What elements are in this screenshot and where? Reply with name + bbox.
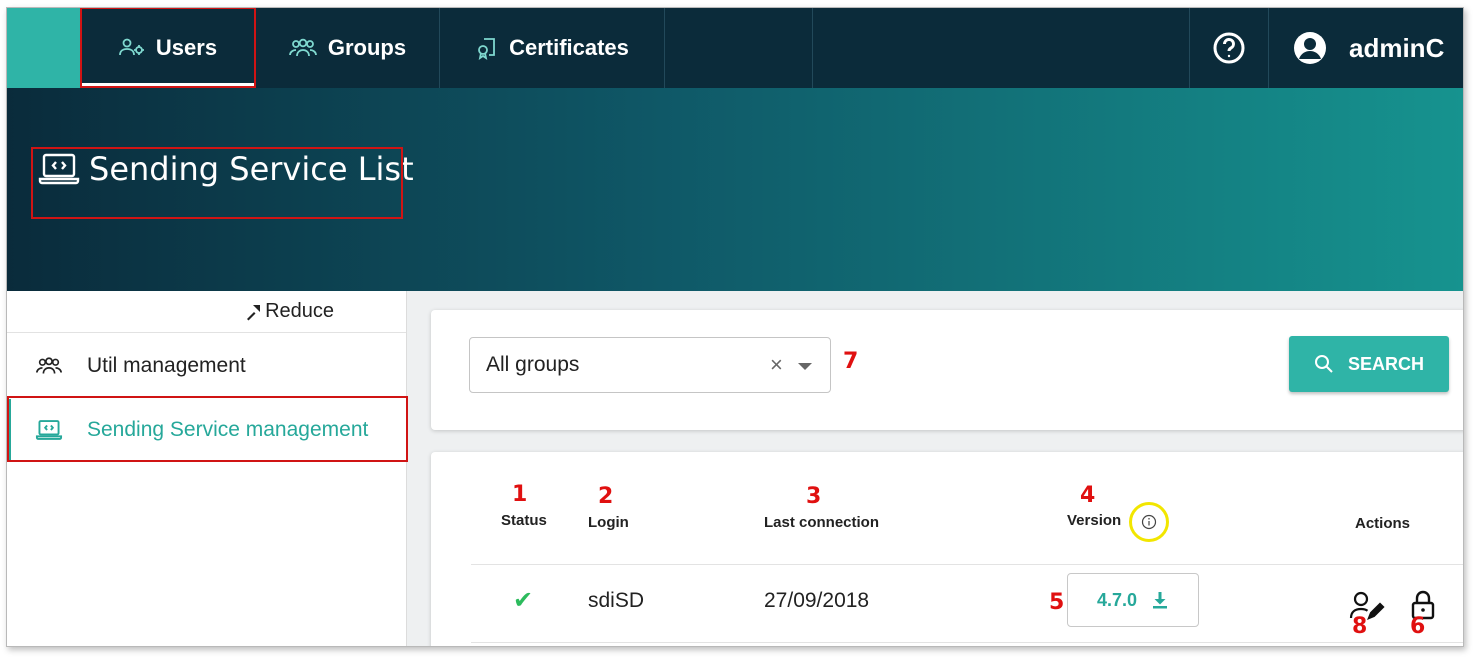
group-select-value: All groups xyxy=(486,353,580,376)
annotation-box-page-title xyxy=(31,147,403,219)
login-cell: sdiSD xyxy=(588,589,645,612)
reduce-sidebar-button[interactable]: Reduce xyxy=(7,291,406,333)
version-info-button[interactable] xyxy=(1129,502,1169,542)
row-divider xyxy=(471,642,1463,643)
nav-spacer xyxy=(665,8,813,88)
row-divider xyxy=(471,564,1463,565)
version-download-button[interactable]: 4.7.0 xyxy=(1067,573,1199,627)
column-header-login[interactable]: Login xyxy=(588,514,629,531)
app-window: Users Groups Certificates adminC Sending… xyxy=(6,7,1464,647)
annotation-number-2: 2 xyxy=(598,484,614,509)
info-icon xyxy=(1141,514,1157,530)
last-connection-cell: 27/09/2018 xyxy=(764,589,870,612)
certificate-icon xyxy=(478,38,495,60)
column-header-status[interactable]: Status xyxy=(501,512,547,529)
search-button[interactable]: SEARCH xyxy=(1289,336,1449,392)
download-icon xyxy=(1153,592,1168,609)
column-header-version[interactable]: Version xyxy=(1067,512,1121,529)
status-ok-icon: ✔ xyxy=(513,586,534,614)
annotation-number-3: 3 xyxy=(806,484,822,509)
annotation-number-6: 6 xyxy=(1410,614,1426,639)
sidebar-item-label: Util management xyxy=(87,354,246,377)
brand-accent-block xyxy=(7,8,81,88)
help-button[interactable] xyxy=(1189,8,1269,88)
annotation-box-sidebar-item xyxy=(7,396,408,462)
search-button-label: SEARCH xyxy=(1347,353,1424,374)
search-icon xyxy=(1314,355,1333,373)
reduce-label: Reduce xyxy=(265,300,334,322)
column-header-last-connection[interactable]: Last connection xyxy=(764,514,879,531)
chevron-down-icon[interactable] xyxy=(798,363,812,370)
annotation-number-8: 8 xyxy=(1352,614,1368,639)
tab-groups[interactable]: Groups xyxy=(255,8,440,88)
annotation-number-5: 5 xyxy=(1049,590,1065,615)
tab-certificates-label: Certificates xyxy=(509,35,629,60)
collapse-arrows-icon xyxy=(247,304,261,320)
search-panel: All groups × SEARCH xyxy=(431,310,1463,430)
services-table: Status Login Last connection Version Act… xyxy=(431,452,1463,646)
groups-icon xyxy=(36,357,62,374)
column-header-actions: Actions xyxy=(1355,515,1411,532)
account-circle-icon xyxy=(1294,32,1326,64)
user-menu[interactable]: adminC xyxy=(1269,8,1444,88)
help-circle-icon xyxy=(1213,32,1245,64)
tab-certificates[interactable]: Certificates xyxy=(440,8,665,88)
sidebar-item-util-management[interactable]: Util management xyxy=(7,335,406,397)
clear-selection-icon[interactable]: × xyxy=(770,352,783,378)
annotation-box-users-tab xyxy=(80,8,256,88)
sidebar: Reduce Util management Sending Service m… xyxy=(7,291,407,646)
annotation-number-4: 4 xyxy=(1080,483,1096,508)
annotation-number-7: 7 xyxy=(843,349,859,374)
version-label: 4.7.0 xyxy=(1096,589,1138,610)
user-name: adminC xyxy=(1349,32,1445,63)
annotation-number-1: 1 xyxy=(512,482,528,507)
group-select[interactable]: All groups × xyxy=(469,337,831,393)
groups-icon xyxy=(288,38,317,57)
tab-groups-label: Groups xyxy=(327,35,407,60)
